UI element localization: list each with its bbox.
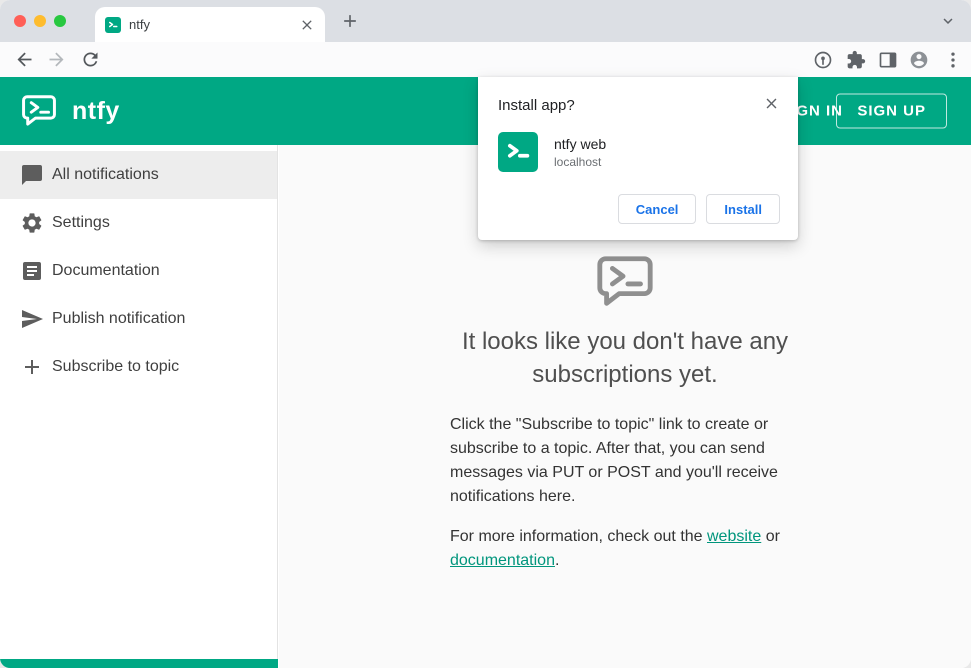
forward-icon[interactable]	[46, 49, 67, 70]
sidebar-item-subscribe-to-topic[interactable]: Subscribe to topic	[0, 343, 277, 391]
dialog-title-row: Install app?	[498, 93, 780, 114]
empty-state-heading: It looks like you don't have any subscri…	[461, 328, 789, 388]
dialog-title: Install app?	[498, 97, 575, 114]
app-brand: ntfy	[20, 77, 120, 145]
plus-icon	[25, 360, 39, 374]
book-icon	[23, 262, 41, 280]
install-button[interactable]: Install	[706, 194, 780, 224]
back-icon[interactable]	[14, 49, 35, 70]
more-info-suffix: .	[554, 552, 560, 569]
dialog-app-name: ntfy web	[554, 135, 607, 152]
website-link[interactable]: website	[707, 528, 761, 545]
dialog-buttons: Cancel Install	[498, 194, 780, 224]
ntfy-empty-state-logo-icon	[597, 256, 653, 306]
empty-state-body: Click the "Subscribe to topic" link to c…	[450, 413, 800, 573]
sign-up-button[interactable]: SIGN UP	[836, 93, 947, 129]
tab-strip: ntfy	[0, 0, 971, 42]
ntfy-app-icon	[498, 132, 538, 172]
sidebar-item-settings[interactable]: Settings	[0, 199, 277, 247]
side-panel-icon[interactable]	[878, 50, 898, 70]
password-manager-icon[interactable]	[813, 50, 833, 70]
dialog-close-icon[interactable]	[763, 95, 780, 112]
more-info-paragraph: For more information, check out the webs…	[450, 525, 800, 573]
sidebar: All notifications Settings Documentation…	[0, 145, 278, 668]
tab-close-icon[interactable]	[299, 17, 315, 33]
chat-icon	[22, 165, 42, 185]
window-minimize-button[interactable]	[34, 15, 46, 27]
dialog-app-text: ntfy web localhost	[554, 136, 606, 169]
more-info-mid: or	[761, 528, 780, 545]
documentation-link[interactable]: documentation	[450, 552, 555, 569]
send-icon	[22, 310, 43, 328]
dialog-app-row: ntfy web localhost	[498, 132, 780, 172]
window-close-button[interactable]	[14, 15, 26, 27]
ntfy-logo-icon	[22, 95, 56, 126]
more-info-prefix: For more information, check out the	[450, 528, 707, 545]
sidebar-item-label: Subscribe to topic	[52, 358, 180, 375]
ntfy-favicon-icon	[105, 16, 121, 33]
tab-search-chevron-icon[interactable]	[939, 12, 957, 30]
sidebar-item-label: All notifications	[52, 166, 159, 183]
sidebar-item-label: Documentation	[52, 262, 160, 279]
sidebar-item-publish-notification[interactable]: Publish notification	[0, 295, 277, 343]
dialog-app-origin: localhost	[554, 154, 602, 169]
sidebar-item-label: Publish notification	[52, 310, 186, 327]
install-app-dialog: Install app? ntfy web localhost Cancel I…	[478, 77, 798, 240]
profile-avatar-icon[interactable]	[909, 50, 929, 70]
cancel-button[interactable]: Cancel	[617, 194, 697, 224]
reload-icon[interactable]	[80, 49, 101, 70]
window-zoom-button[interactable]	[54, 15, 66, 27]
sidebar-item-documentation[interactable]: Documentation	[0, 247, 277, 295]
extensions-icon[interactable]	[846, 50, 866, 70]
app-title: ntfy	[72, 96, 120, 125]
tab-title: ntfy	[129, 17, 150, 32]
browser-window: ntfy localhost	[0, 0, 971, 668]
browser-tab[interactable]: ntfy	[95, 7, 325, 42]
sidebar-item-all-notifications[interactable]: All notifications	[0, 151, 277, 199]
new-tab-button[interactable]	[340, 11, 360, 31]
empty-state-paragraph: Click the "Subscribe to topic" link to c…	[450, 416, 778, 505]
kebab-menu-icon[interactable]	[943, 50, 963, 70]
gear-icon	[22, 213, 42, 233]
sidebar-item-label: Settings	[52, 214, 110, 231]
window-controls	[14, 15, 66, 27]
sidebar-footer-bar	[0, 659, 278, 668]
browser-toolbar: localhost	[0, 42, 971, 115]
